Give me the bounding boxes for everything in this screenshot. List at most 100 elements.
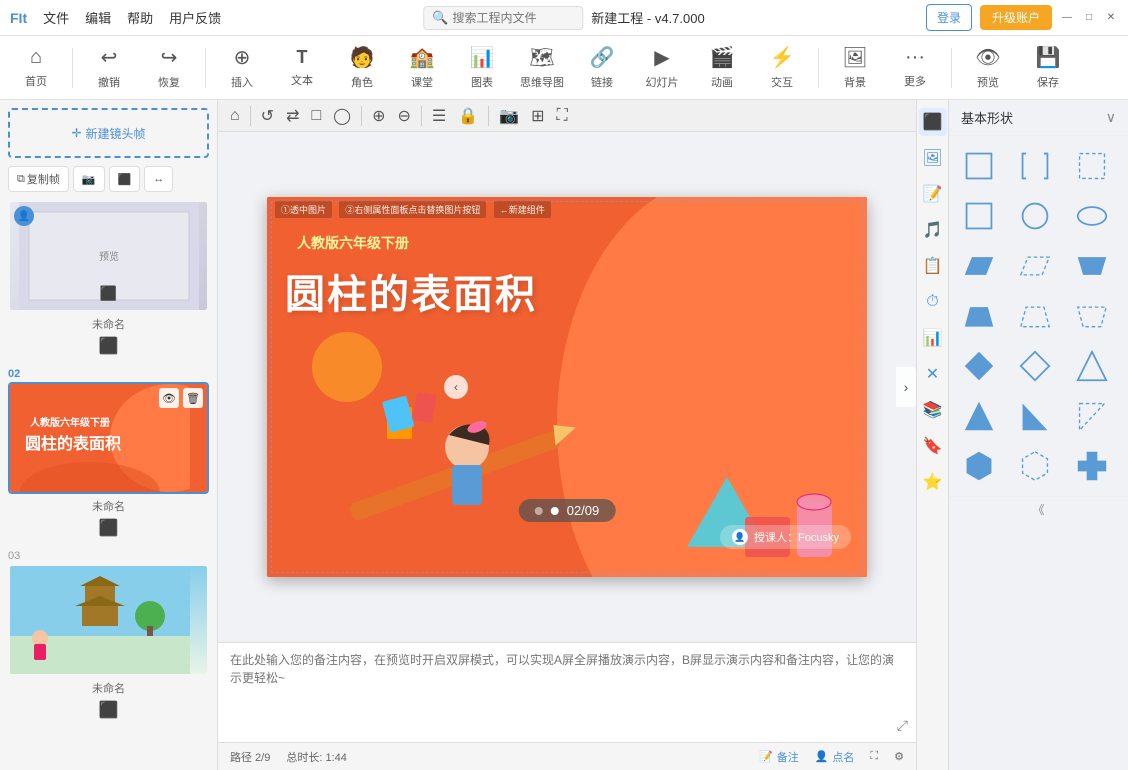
animation-icon: 🎬: [710, 45, 735, 70]
insert-icon: ⊕: [234, 45, 251, 70]
notes-button[interactable]: 📝 备注: [759, 749, 799, 765]
close-tool-icon[interactable]: ✕: [919, 360, 947, 388]
slide-eye-icon[interactable]: 👁: [159, 388, 179, 408]
shape-ellipse[interactable]: [1070, 194, 1114, 238]
shape-triangle[interactable]: [1070, 344, 1114, 388]
menu-edit[interactable]: 编辑: [85, 8, 111, 27]
shapes-expand-icon[interactable]: ∨: [1106, 109, 1116, 126]
settings-status-button[interactable]: ⚙: [894, 750, 904, 763]
menu-feedback[interactable]: 用户反馈: [169, 8, 221, 27]
tool-lesson[interactable]: 🏫 课堂: [394, 40, 450, 96]
shape-trapezoid-1[interactable]: [957, 294, 1001, 338]
shape-right-triangle-2[interactable]: [1070, 394, 1114, 438]
shape-triangle-filled[interactable]: [957, 394, 1001, 438]
tool-home[interactable]: ⌂ 首页: [8, 40, 64, 96]
slide-delete-icon[interactable]: 🗑: [183, 388, 203, 408]
timer-tool-icon[interactable]: ⏱: [919, 288, 947, 316]
notes-expand-button[interactable]: ⤢: [897, 717, 908, 734]
shape-dashed-rect[interactable]: [1070, 144, 1114, 188]
tool-preview[interactable]: 👁 预览: [960, 40, 1016, 96]
flip-h-icon[interactable]: ⇄: [282, 104, 303, 128]
pointer-button[interactable]: 👤 点名: [815, 749, 855, 765]
tool-chart[interactable]: 📊 图表: [454, 40, 510, 96]
image-tool-icon[interactable]: 🖼: [919, 144, 947, 172]
canvas-nav-next-button[interactable]: ›: [896, 367, 916, 407]
tool-animation[interactable]: 🎬 动画: [694, 40, 750, 96]
bookmark-tool-icon[interactable]: 🔖: [919, 432, 947, 460]
canvas-nav-prev-button[interactable]: ‹: [444, 375, 468, 399]
shape-hexagon[interactable]: [957, 444, 1001, 488]
data-tool-icon[interactable]: 📊: [919, 324, 947, 352]
audio-tool-icon[interactable]: 🎵: [919, 216, 947, 244]
copy-frame-button[interactable]: ⧉ 复制帧: [8, 166, 69, 192]
shape-diamond[interactable]: [957, 344, 1001, 388]
window-controls: — □ ✕: [1060, 11, 1118, 25]
home-nav-icon[interactable]: ⌂: [226, 105, 244, 127]
layers-tool-icon[interactable]: 📚: [919, 396, 947, 424]
tool-redo[interactable]: ↪ 恢复: [141, 40, 197, 96]
shapes-collapse-button[interactable]: 《: [1032, 501, 1044, 518]
minimize-button[interactable]: —: [1060, 11, 1074, 25]
zoom-out-icon[interactable]: ⊖: [393, 104, 414, 128]
tool-interact[interactable]: ⚡ 交互: [754, 40, 810, 96]
fullscreen-icon[interactable]: ⛶: [552, 105, 571, 127]
tool-link[interactable]: 🔗 链接: [574, 40, 630, 96]
text-tool-icon[interactable]: 📝: [919, 180, 947, 208]
shape-solid-rect[interactable]: [957, 194, 1001, 238]
shape-cross[interactable]: [1070, 444, 1114, 488]
menu-file[interactable]: 文件: [43, 8, 69, 27]
slide-thumb-3[interactable]: [8, 564, 209, 676]
shape-parallelogram-dashed[interactable]: [1013, 244, 1057, 288]
new-frame-button[interactable]: ✛ 新建镜头帧: [8, 108, 209, 158]
zoom-in-icon[interactable]: ⊕: [368, 104, 389, 128]
shape-rect[interactable]: [957, 144, 1001, 188]
camera-canvas-icon[interactable]: 📷: [495, 104, 523, 128]
author-avatar: 👤: [732, 529, 748, 545]
slide-resize-icon-2: ⬛: [8, 518, 209, 538]
shape-right-triangle[interactable]: [1013, 394, 1057, 438]
circle-tool-icon[interactable]: ◯: [329, 104, 355, 128]
maximize-button[interactable]: □: [1082, 11, 1096, 25]
tool-character[interactable]: 🧑 角色: [334, 40, 390, 96]
fullscreen-status-button[interactable]: ⛶: [870, 750, 878, 763]
tool-text[interactable]: T 文本: [274, 40, 330, 96]
shape-diamond-outline[interactable]: [1013, 344, 1057, 388]
grid-icon[interactable]: ⊞: [527, 104, 548, 128]
tool-mindmap[interactable]: 🗺 思维导图: [514, 40, 570, 96]
shapes-tool-icon[interactable]: ⬛: [919, 108, 947, 136]
shape-parallelogram-2[interactable]: [1070, 244, 1114, 288]
tool-bg[interactable]: 🖼 背景: [827, 40, 883, 96]
upgrade-button[interactable]: 升级账户: [980, 5, 1052, 30]
square-icon[interactable]: □: [307, 105, 325, 127]
align-icon[interactable]: ☰: [428, 104, 450, 128]
search-input[interactable]: [452, 11, 572, 25]
screenshot-button[interactable]: 📷: [73, 166, 105, 192]
shape-trapezoid-dashed[interactable]: [1013, 294, 1057, 338]
login-button[interactable]: 登录: [926, 4, 972, 31]
tool-undo[interactable]: ↩ 撤销: [81, 40, 137, 96]
shape-bracket-rect[interactable]: [1013, 144, 1057, 188]
shape-hexagon-dashed[interactable]: [1013, 444, 1057, 488]
shape-circle[interactable]: [1013, 194, 1057, 238]
shape-parallelogram-1[interactable]: [957, 244, 1001, 288]
tool-slide[interactable]: ▶ 幻灯片: [634, 40, 690, 96]
table-tool-icon[interactable]: 📋: [919, 252, 947, 280]
slide-thumb-1[interactable]: 预览 👤 ⬛: [8, 200, 209, 312]
tool-save[interactable]: 💾 保存: [1020, 40, 1076, 96]
search-box[interactable]: 🔍: [423, 6, 583, 30]
statusbar-right: 📝 备注 👤 点名 ⛶ ⚙: [759, 749, 904, 765]
notes-textarea[interactable]: [230, 651, 904, 721]
path-info: 路径 2/9: [230, 749, 270, 765]
canvas-divider-1: [250, 106, 251, 126]
restore-icon[interactable]: ↺: [257, 104, 278, 128]
tool-insert[interactable]: ⊕ 插入: [214, 40, 270, 96]
menu-help[interactable]: 帮助: [127, 8, 153, 27]
slide-thumb-2[interactable]: 人教版六年级下册 圆柱的表面积 👁 🗑: [8, 382, 209, 494]
shape-trapezoid-2[interactable]: [1070, 294, 1114, 338]
star-tool-icon[interactable]: ⭐: [919, 468, 947, 496]
tool-more[interactable]: ··· 更多: [887, 40, 943, 96]
fit-button[interactable]: ⬛: [109, 166, 141, 192]
expand-button[interactable]: ↔: [144, 166, 173, 192]
lock-icon[interactable]: 🔒: [454, 104, 482, 128]
close-button[interactable]: ✕: [1104, 11, 1118, 25]
